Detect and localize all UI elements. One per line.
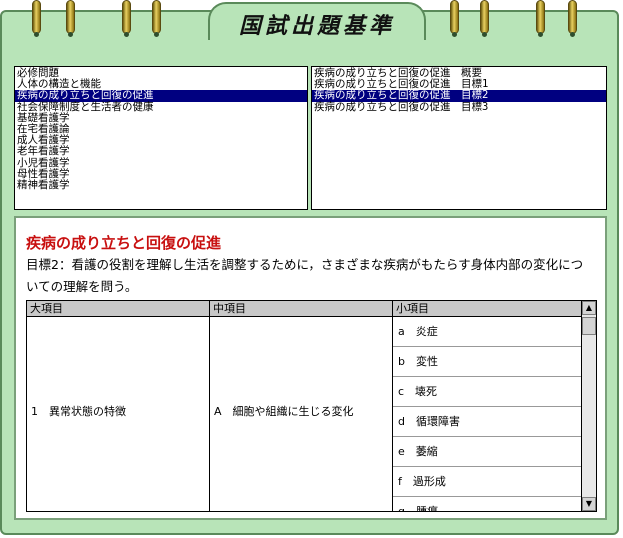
header-minor: 小項目 (393, 301, 582, 316)
binder-ring-icon (450, 0, 459, 37)
goal-list-item[interactable]: 疾病の成り立ちと回復の促進 目標3 (312, 101, 606, 113)
scroll-up-icon[interactable]: ▲ (582, 301, 596, 315)
category-listbox[interactable]: 必修問題 人体の構造と機能 疾病の成り立ちと回復の促進 社会保障制度と生活者の健康 基礎… (14, 66, 308, 210)
table-header: 大項目 中項目 小項目 (27, 301, 582, 317)
binder-ring-icon (480, 0, 489, 37)
minor-item: b 変性 (393, 347, 582, 377)
table-row: 1 異常状態の特徴 A 細胞や組織に生じる変化 a 炎症 b 変性 c 壊死 d 循環… (27, 317, 582, 511)
title-tab: 国試出題基準 (208, 2, 426, 40)
binder-ring-icon (122, 0, 131, 37)
minor-item: d 循環障害 (393, 407, 582, 437)
category-list-item[interactable]: 老年看護学 (15, 146, 307, 157)
header-middle: 中項目 (210, 301, 393, 316)
binder-ring-icon (32, 0, 41, 37)
goal-listbox[interactable]: 疾病の成り立ちと回復の促進 概要 疾病の成り立ちと回復の促進 目標1 疾病の成り立ち… (311, 66, 607, 210)
scroll-thumb[interactable] (582, 317, 596, 335)
minor-item: c 壊死 (393, 377, 582, 407)
cell-middle: A 細胞や組織に生じる変化 (210, 317, 393, 511)
minor-item: g 腫瘍 (393, 497, 582, 511)
detail-title: 疾病の成り立ちと回復の促進 (26, 234, 222, 252)
cell-major: 1 異常状態の特徴 (27, 317, 210, 511)
header-major: 大項目 (27, 301, 210, 316)
binder-ring-icon (536, 0, 545, 37)
binder-ring-icon (66, 0, 75, 37)
detail-panel: 疾病の成り立ちと回復の促進 目標2：看護の役割を理解し生活を調整するために，さま… (14, 216, 607, 520)
criteria-table: 大項目 中項目 小項目 1 異常状態の特徴 A 細胞や組織に生じる変化 a 炎症… (26, 300, 597, 512)
cell-middle-text: A 細胞や組織に生じる変化 (214, 405, 354, 418)
minor-item: a 炎症 (393, 317, 582, 347)
cell-minor: a 炎症 b 変性 c 壊死 d 循環障害 e 萎縮 f 過形成 g 腫瘍 (393, 317, 582, 511)
category-list-item[interactable]: 小児看護学 (15, 157, 307, 169)
goal-list-item[interactable]: 疾病の成り立ちと回復の促進 目標2 (312, 90, 606, 102)
page-title: 国試出題基準 (238, 13, 395, 39)
binder-ring-icon (152, 0, 161, 37)
cell-major-text: 1 異常状態の特徴 (31, 405, 126, 418)
table-scrollbar[interactable]: ▲ ▼ (581, 301, 596, 511)
minor-item: e 萎縮 (393, 437, 582, 467)
scroll-down-icon[interactable]: ▼ (582, 497, 596, 511)
detail-description: 目標2：看護の役割を理解し生活を調整するために，さまざまな疾病がもたらす身体内部… (26, 257, 584, 294)
binder-ring-icon (568, 0, 577, 37)
minor-item: f 過形成 (393, 467, 582, 497)
category-list-item[interactable]: 疾病の成り立ちと回復の促進 (15, 90, 307, 102)
category-list-item[interactable]: 精神看護学 (15, 179, 307, 191)
